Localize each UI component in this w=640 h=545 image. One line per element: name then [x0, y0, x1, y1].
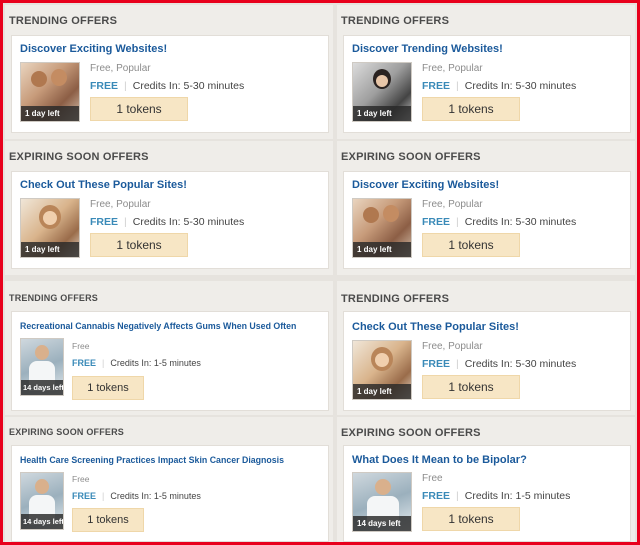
offer-card[interactable]: What Does It Mean to be Bipolar? 14 days…: [343, 445, 631, 542]
credits-time: Credits In: 1-5 minutes: [110, 491, 201, 501]
offer-title-link[interactable]: Health Care Screening Practices Impact S…: [20, 455, 284, 465]
offer-panel-2: TRENDING OFFERS Discover Trending Websit…: [337, 5, 635, 139]
offer-tags: Free: [422, 473, 443, 484]
offer-card[interactable]: Check Out These Popular Sites! 1 day lef…: [11, 171, 329, 269]
free-label: FREE: [72, 358, 97, 368]
section-heading: EXPIRING SOON OFFERS: [341, 151, 481, 163]
offers-screenshot-frame: TRENDING OFFERS Discover Exciting Websit…: [0, 0, 640, 545]
tokens-button[interactable]: 1 tokens: [422, 233, 520, 257]
days-left-badge: 14 days left: [21, 514, 63, 529]
section-heading: TRENDING OFFERS: [9, 15, 118, 27]
offer-title-link[interactable]: Check Out These Popular Sites!: [20, 179, 187, 191]
days-left-badge: 1 day left: [353, 242, 411, 257]
doctor-photo[interactable]: 14 days left: [20, 338, 64, 396]
offer-tags: Free, Popular: [90, 199, 151, 210]
offer-title-link[interactable]: What Does It Mean to be Bipolar?: [352, 454, 527, 466]
days-left-badge: 1 day left: [353, 384, 411, 399]
women-laughing-laptop-photo[interactable]: 1 day left: [20, 62, 80, 122]
offer-tags: Free: [72, 341, 90, 351]
price-credits-line: FREE | Credits In: 5-30 minutes: [422, 80, 576, 92]
days-left-badge: 1 day left: [21, 242, 79, 257]
offer-tags: Free: [72, 474, 90, 484]
days-left-badge: 14 days left: [21, 380, 63, 395]
tokens-button[interactable]: 1 tokens: [72, 376, 144, 400]
surprised-woman-laptop-photo[interactable]: 1 day left: [352, 340, 412, 400]
offer-title-link[interactable]: Discover Exciting Websites!: [20, 43, 167, 55]
section-heading: TRENDING OFFERS: [9, 293, 99, 303]
free-label: FREE: [90, 80, 119, 92]
price-credits-line: FREE | Credits In: 5-30 minutes: [422, 358, 576, 370]
credits-time: Credits In: 5-30 minutes: [132, 216, 245, 228]
price-credits-line: FREE | Credits In: 5-30 minutes: [90, 80, 244, 92]
section-heading: EXPIRING SOON OFFERS: [9, 151, 149, 163]
free-label: FREE: [422, 490, 451, 502]
surprised-woman-laptop-photo[interactable]: 1 day left: [20, 198, 80, 258]
free-label: FREE: [422, 80, 451, 92]
tokens-button[interactable]: 1 tokens: [422, 97, 520, 121]
divider: |: [124, 80, 127, 92]
offer-title-link[interactable]: Recreational Cannabis Negatively Affects…: [20, 321, 296, 331]
credits-time: Credits In: 5-30 minutes: [464, 216, 577, 228]
offer-panel-6: TRENDING OFFERS Check Out These Popular …: [337, 281, 635, 415]
offer-card[interactable]: Discover Exciting Websites! 1 day left F…: [11, 35, 329, 133]
divider: |: [456, 358, 459, 370]
tokens-button[interactable]: 1 tokens: [422, 507, 520, 531]
price-credits-line: FREE | Credits In: 1-5 minutes: [422, 490, 570, 502]
offer-panel-5: TRENDING OFFERS Recreational Cannabis Ne…: [5, 281, 333, 415]
credits-time: Credits In: 5-30 minutes: [464, 80, 577, 92]
offer-card[interactable]: Recreational Cannabis Negatively Affects…: [11, 311, 329, 411]
women-laughing-laptop-photo[interactable]: 1 day left: [352, 198, 412, 258]
divider: |: [102, 491, 105, 501]
offer-panel-1: TRENDING OFFERS Discover Exciting Websit…: [5, 5, 333, 139]
divider: |: [456, 216, 459, 228]
credits-time: Credits In: 1-5 minutes: [110, 358, 201, 368]
offer-card[interactable]: Check Out These Popular Sites! 1 day lef…: [343, 311, 631, 411]
offer-panel-8: EXPIRING SOON OFFERS What Does It Mean t…: [337, 417, 635, 542]
divider: |: [456, 80, 459, 92]
offer-tags: Free, Popular: [422, 199, 483, 210]
price-credits-line: FREE | Credits In: 5-30 minutes: [422, 216, 576, 228]
doctor-photo[interactable]: 14 days left: [352, 472, 412, 532]
doctor-photo[interactable]: 14 days left: [20, 472, 64, 530]
tokens-button[interactable]: 1 tokens: [72, 508, 144, 532]
free-label: FREE: [422, 358, 451, 370]
offer-card[interactable]: Discover Exciting Websites! 1 day left F…: [343, 171, 631, 269]
offer-title-link[interactable]: Discover Exciting Websites!: [352, 179, 499, 191]
offer-title-link[interactable]: Discover Trending Websites!: [352, 43, 503, 55]
section-heading: EXPIRING SOON OFFERS: [341, 427, 481, 439]
tokens-button[interactable]: 1 tokens: [90, 233, 188, 257]
price-credits-line: FREE | Credits In: 1-5 minutes: [72, 358, 201, 368]
free-label: FREE: [72, 491, 97, 501]
tokens-button[interactable]: 1 tokens: [90, 97, 188, 121]
days-left-badge: 14 days left: [353, 516, 411, 531]
days-left-badge: 1 day left: [21, 106, 79, 121]
offer-tags: Free, Popular: [90, 63, 151, 74]
credits-time: Credits In: 5-30 minutes: [464, 358, 577, 370]
offer-panel-7: EXPIRING SOON OFFERS Health Care Screeni…: [5, 417, 333, 542]
offer-title-link[interactable]: Check Out These Popular Sites!: [352, 321, 519, 333]
section-heading: TRENDING OFFERS: [341, 15, 450, 27]
offer-panel-4: EXPIRING SOON OFFERS Discover Exciting W…: [337, 141, 635, 275]
offer-tags: Free, Popular: [422, 63, 483, 74]
divider: |: [102, 358, 105, 368]
free-label: FREE: [90, 216, 119, 228]
section-heading: EXPIRING SOON OFFERS: [9, 427, 125, 437]
offer-panel-3: EXPIRING SOON OFFERS Check Out These Pop…: [5, 141, 333, 275]
divider: |: [456, 490, 459, 502]
credits-time: Credits In: 5-30 minutes: [132, 80, 245, 92]
section-heading: TRENDING OFFERS: [341, 293, 450, 305]
tokens-button[interactable]: 1 tokens: [422, 375, 520, 399]
credits-time: Credits In: 1-5 minutes: [464, 490, 571, 502]
price-credits-line: FREE | Credits In: 1-5 minutes: [72, 491, 201, 501]
price-credits-line: FREE | Credits In: 5-30 minutes: [90, 216, 244, 228]
woman-with-laptop-photo[interactable]: 1 day left: [352, 62, 412, 122]
offer-card[interactable]: Health Care Screening Practices Impact S…: [11, 445, 329, 542]
offer-tags: Free, Popular: [422, 341, 483, 352]
offer-card[interactable]: Discover Trending Websites! 1 day left F…: [343, 35, 631, 133]
free-label: FREE: [422, 216, 451, 228]
days-left-badge: 1 day left: [353, 106, 411, 121]
divider: |: [124, 216, 127, 228]
